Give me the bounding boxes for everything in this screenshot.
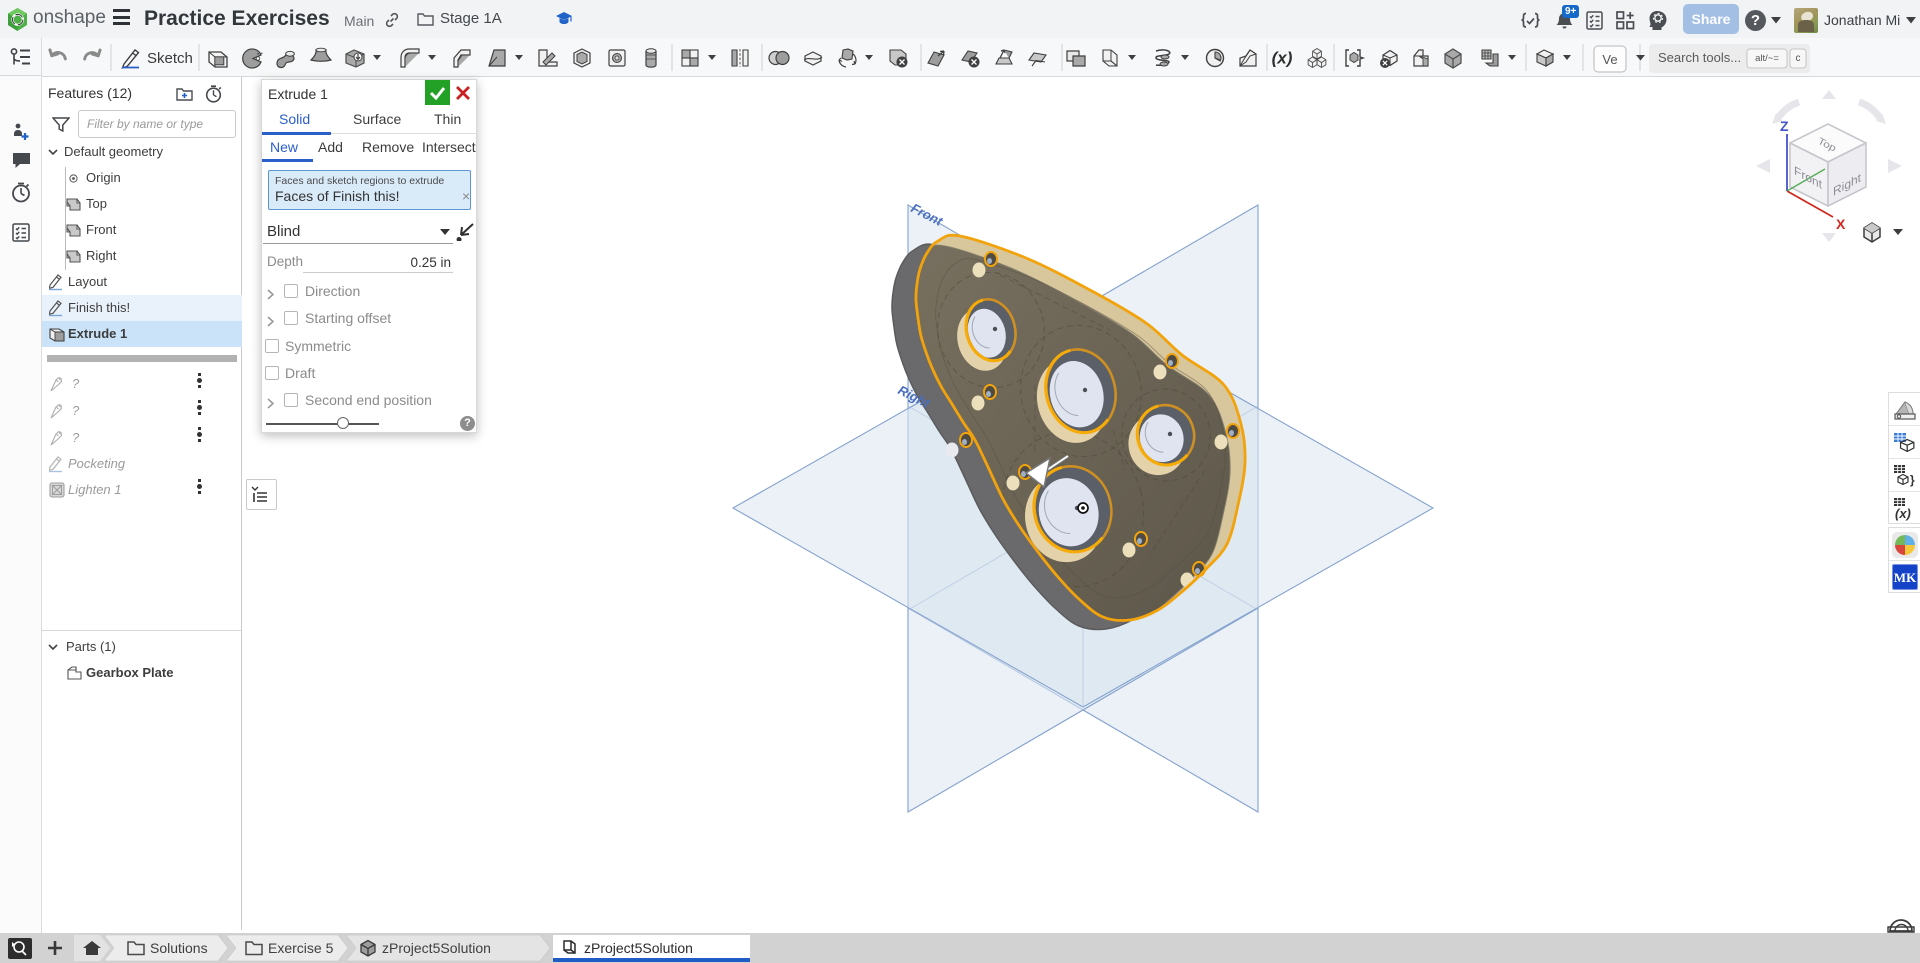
svg-text:zProject5Solution: zProject5Solution <box>584 940 693 956</box>
svg-text:alt/~=: alt/~= <box>1755 53 1779 64</box>
svg-text:Solutions: Solutions <box>150 940 208 956</box>
svg-text:Search tools...: Search tools... <box>1658 50 1741 65</box>
svg-text:Sketch: Sketch <box>147 50 193 67</box>
svg-text:Z: Z <box>1780 118 1789 134</box>
svg-text:X: X <box>1836 216 1846 232</box>
svg-text:zProject5Solution: zProject5Solution <box>382 940 491 956</box>
svg-text:Ve: Ve <box>1602 52 1617 67</box>
svg-text:c: c <box>1796 53 1801 64</box>
svg-text:Exercise 5: Exercise 5 <box>268 940 334 956</box>
svg-text:}: } <box>1910 473 1915 487</box>
svg-text:(x): (x) <box>1895 506 1911 521</box>
